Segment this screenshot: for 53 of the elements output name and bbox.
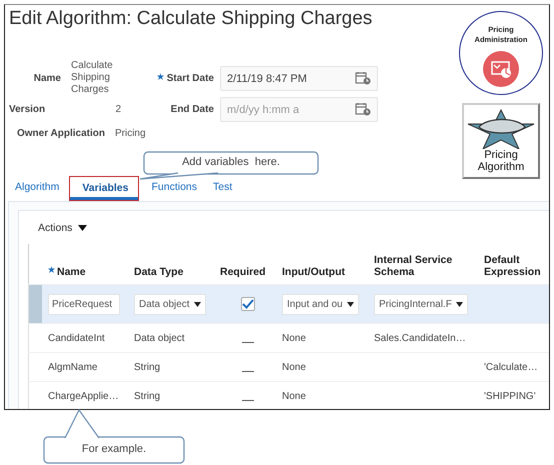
star-icon [467, 109, 535, 149]
checkbox[interactable] [241, 297, 255, 311]
table-cell: String [134, 390, 160, 402]
callout-text: For example. [80, 443, 148, 455]
column-header: Name [57, 266, 86, 278]
table-cell: ChargeApplie… [48, 390, 119, 402]
page-title: Edit Algorithm: Calculate Shipping Charges [9, 8, 374, 31]
tab[interactable]: Functions [145, 181, 208, 193]
tab[interactable]: Algorithm [9, 181, 70, 193]
column-header: Required [220, 266, 266, 278]
table-cell: String [134, 362, 160, 372]
field-label: Version [9, 104, 46, 115]
field-label: Owner Application [17, 128, 105, 139]
table-cell: 'SHIPPING' [484, 390, 536, 402]
table-row[interactable]: PriceRequest Data object Input and ou PricingInternal.F [28, 285, 549, 324]
caret-icon [346, 302, 354, 306]
field-value: 2 [114, 104, 121, 115]
dropdown[interactable]: Data object [134, 294, 206, 314]
field-value: Calculate Shipping Charges [71, 60, 114, 96]
caret-icon [78, 225, 88, 231]
table-cell: None [282, 362, 306, 372]
actions-menu[interactable]: Actions [38, 222, 88, 234]
column-header: Default Expression [484, 254, 542, 278]
table-cell: CandidateInt [48, 332, 105, 344]
table-cell: AlgmName [48, 362, 98, 372]
field-label: End Date [170, 104, 214, 115]
tab[interactable]: Test [207, 181, 242, 193]
field-label: Start Date [166, 73, 214, 84]
row-selector[interactable] [28, 285, 42, 323]
chart-icon [483, 51, 519, 87]
date-field[interactable]: 2/11/19 8:47 PM [220, 66, 378, 91]
table-cell: None [282, 390, 306, 402]
calendar-icon[interactable] [355, 102, 371, 116]
calendar-icon[interactable] [355, 71, 371, 85]
table-cell: 'Calculate… [484, 362, 538, 372]
algorithm-tile[interactable]: Pricing Algorithm [462, 103, 540, 179]
table-cell: Sales.CandidateIn… [374, 332, 466, 344]
caret-icon [456, 302, 463, 306]
column-header: Data Type [134, 266, 184, 278]
caret-icon [194, 302, 201, 306]
column-header: Internal Service Schema [374, 254, 454, 278]
table-cell: None [282, 332, 306, 344]
table-cell: Data object [134, 332, 185, 344]
text-field[interactable]: PriceRequest [48, 294, 120, 314]
field-value: Pricing [114, 128, 146, 139]
date-field[interactable]: m/d/yy h:mm a [220, 97, 378, 122]
dropdown[interactable]: PricingInternal.F [374, 294, 468, 314]
field-label: Name [32, 72, 61, 84]
tile-label: Pricing Algorithm [476, 149, 526, 173]
column-header: Input/Output [282, 266, 345, 278]
dropdown[interactable]: Input and ou [282, 294, 359, 314]
tab[interactable]: Variables [69, 176, 140, 201]
callout-text: Add variables here. [181, 156, 281, 168]
